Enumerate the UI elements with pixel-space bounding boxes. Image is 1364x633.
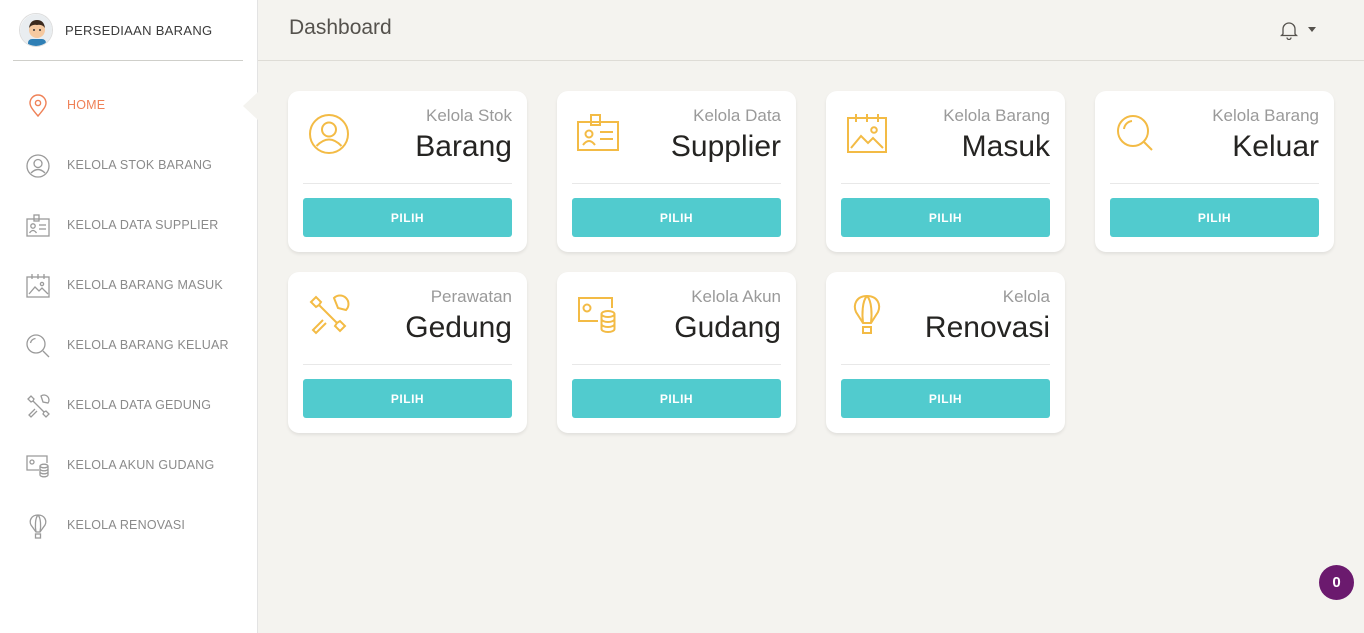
air-balloon-icon (24, 513, 52, 539)
card-divider (572, 183, 781, 184)
card-category: Kelola Barang (943, 106, 1050, 125)
card-kelola-barang-masuk: Kelola Barang Masuk PILIH (826, 91, 1065, 252)
sidebar-item-kelola-barang-masuk[interactable]: KELOLA BARANG MASUK (0, 255, 257, 315)
sidebar-item-label: HOME (67, 98, 106, 112)
card-kelola-stok-barang: Kelola Stok Barang PILIH (288, 91, 527, 252)
sidebar-item-kelola-stok-barang[interactable]: KELOLA STOK BARANG (0, 135, 257, 195)
image-calendar-icon (24, 273, 52, 299)
card-title: Gedung (405, 311, 512, 344)
sidebar-item-label: KELOLA DATA GEDUNG (67, 398, 212, 412)
pilih-button[interactable]: PILIH (303, 198, 512, 237)
air-balloon-icon (844, 292, 890, 338)
sidebar-item-kelola-barang-keluar[interactable]: KELOLA BARANG KELUAR (0, 315, 257, 375)
card-kelola-data-supplier: Kelola Data Supplier PILIH (557, 91, 796, 252)
pilih-button[interactable]: PILIH (1110, 198, 1319, 237)
tools-icon (24, 393, 52, 419)
sidebar-item-kelola-renovasi[interactable]: KELOLA RENOVASI (0, 495, 257, 555)
location-pin-icon (24, 93, 52, 119)
sidebar-item-label: KELOLA RENOVASI (67, 518, 186, 532)
pilih-button[interactable]: PILIH (572, 198, 781, 237)
sidebar-nav: HOME KELOLA STOK BARANG KELOLA DATA SUPP… (0, 75, 258, 555)
card-kelola-akun-gudang: Kelola Akun Gudang PILIH (557, 272, 796, 433)
money-coins-icon (575, 292, 621, 338)
card-kelola-barang-keluar: Kelola Barang Keluar PILIH (1095, 91, 1334, 252)
card-title: Gudang (674, 311, 781, 344)
card-divider (841, 183, 1050, 184)
card-divider (303, 364, 512, 365)
card-perawatan-gedung: Perawatan Gedung PILIH (288, 272, 527, 433)
brand-title: PERSEDIAAN BARANG (65, 22, 213, 38)
pilih-button[interactable]: PILIH (303, 379, 512, 418)
sidebar-item-label: KELOLA BARANG KELUAR (67, 338, 229, 352)
brand[interactable]: PERSEDIAAN BARANG (13, 0, 243, 61)
tools-icon (306, 292, 352, 338)
pilih-button[interactable]: PILIH (841, 379, 1050, 418)
sidebar-item-label: KELOLA BARANG MASUK (67, 278, 223, 292)
bell-icon[interactable] (1279, 20, 1299, 41)
sidebar-item-label: KELOLA AKUN GUDANG (67, 458, 215, 472)
card-kelola-renovasi: Kelola Renovasi PILIH (826, 272, 1065, 433)
card-category: Kelola Stok (426, 106, 512, 125)
card-category: Kelola Data (693, 106, 781, 125)
user-circle-icon (306, 111, 352, 157)
card-title: Supplier (670, 130, 781, 163)
card-divider (841, 364, 1050, 365)
notification-count-badge[interactable]: 0 (1319, 565, 1354, 600)
card-title: Barang (415, 130, 512, 163)
image-calendar-icon (844, 111, 890, 157)
sidebar-item-label: KELOLA STOK BARANG (67, 158, 213, 172)
search-icon (1113, 111, 1159, 157)
top-navbar: Dashboard (258, 0, 1364, 61)
card-divider (303, 183, 512, 184)
user-circle-icon (24, 153, 52, 179)
pilih-button[interactable]: PILIH (572, 379, 781, 418)
sidebar-item-home[interactable]: HOME (0, 75, 258, 135)
sidebar: PERSEDIAAN BARANG HOME KELOLA STOK BARAN… (0, 0, 258, 633)
search-icon (24, 333, 52, 359)
card-divider (1110, 183, 1319, 184)
sidebar-item-kelola-data-gedung[interactable]: KELOLA DATA GEDUNG (0, 375, 257, 435)
card-category: Perawatan (430, 287, 512, 306)
card-category: Kelola Akun (691, 287, 781, 306)
card-title: Renovasi (924, 311, 1050, 344)
page-title: Dashboard (289, 16, 392, 39)
card-divider (572, 364, 781, 365)
id-badge-icon (575, 111, 621, 157)
card-category: Kelola Barang (1212, 106, 1319, 125)
id-badge-icon (24, 213, 52, 239)
money-coins-icon (24, 453, 52, 479)
pilih-button[interactable]: PILIH (841, 198, 1050, 237)
sidebar-item-kelola-akun-gudang[interactable]: KELOLA AKUN GUDANG (0, 435, 257, 495)
avatar (19, 13, 53, 47)
sidebar-item-label: KELOLA DATA SUPPLIER (67, 218, 219, 232)
card-category: Kelola (1002, 287, 1050, 306)
card-title: Masuk (961, 130, 1050, 163)
card-title: Keluar (1232, 130, 1319, 163)
sidebar-item-kelola-data-supplier[interactable]: KELOLA DATA SUPPLIER (0, 195, 257, 255)
chevron-down-icon[interactable] (1308, 27, 1316, 32)
